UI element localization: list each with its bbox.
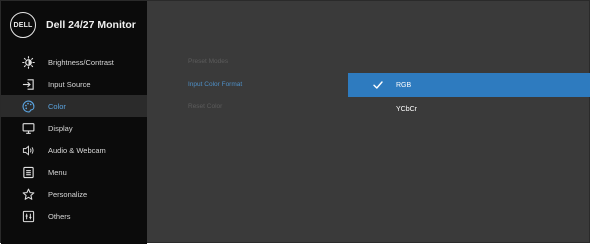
menu-label: Personalize [48,189,88,199]
dell-logo: DELL [10,12,36,38]
menu-item-personalize[interactable]: Personalize [1,183,147,205]
sidebar: DELL Dell 24/27 Monitor Brightness/Contr… [1,1,147,244]
option-ycbcr[interactable]: YCbCr [348,97,590,121]
menu-label: Menu [48,167,67,177]
color-palette-icon [21,99,35,113]
menu-item-brightness-contrast[interactable]: Brightness/Contrast [1,51,147,73]
menu-item-others[interactable]: Others [1,205,147,227]
menu-item-display[interactable]: Display [1,117,147,139]
submenu-reset-color[interactable]: Reset Color [188,103,222,110]
submenu-input-color-format[interactable]: Input Color Format [188,81,242,88]
menu-label: Input Source [48,79,91,89]
submenu-preset-modes[interactable]: Preset Modes [188,58,228,65]
menu-icon [21,165,35,179]
others-icon [21,209,35,223]
main-menu: Brightness/Contrast Input Source Color D… [1,51,147,227]
menu-label: Brightness/Contrast [48,57,114,67]
checkmark-icon [373,81,383,89]
menu-label: Audio & Webcam [48,145,106,155]
star-icon [21,187,35,201]
option-rgb[interactable]: RGB [348,73,590,97]
menu-item-input-source[interactable]: Input Source [1,73,147,95]
menu-item-audio-webcam[interactable]: Audio & Webcam [1,139,147,161]
option-label: RGB [396,81,412,89]
speaker-icon [21,143,35,157]
monitor-osd: DELL Dell 24/27 Monitor Brightness/Contr… [0,0,590,244]
menu-label: Display [48,123,73,133]
option-label: YCbCr [396,105,418,113]
brightness-icon [21,55,35,69]
menu-label: Color [48,101,66,111]
menu-item-menu[interactable]: Menu [1,161,147,183]
menu-label: Others [48,211,71,221]
menu-item-color[interactable]: Color [1,95,147,117]
header: DELL Dell 24/27 Monitor [1,1,147,49]
input-source-icon [21,77,35,91]
monitor-title: Dell 24/27 Monitor [46,19,136,31]
display-icon [21,121,35,135]
